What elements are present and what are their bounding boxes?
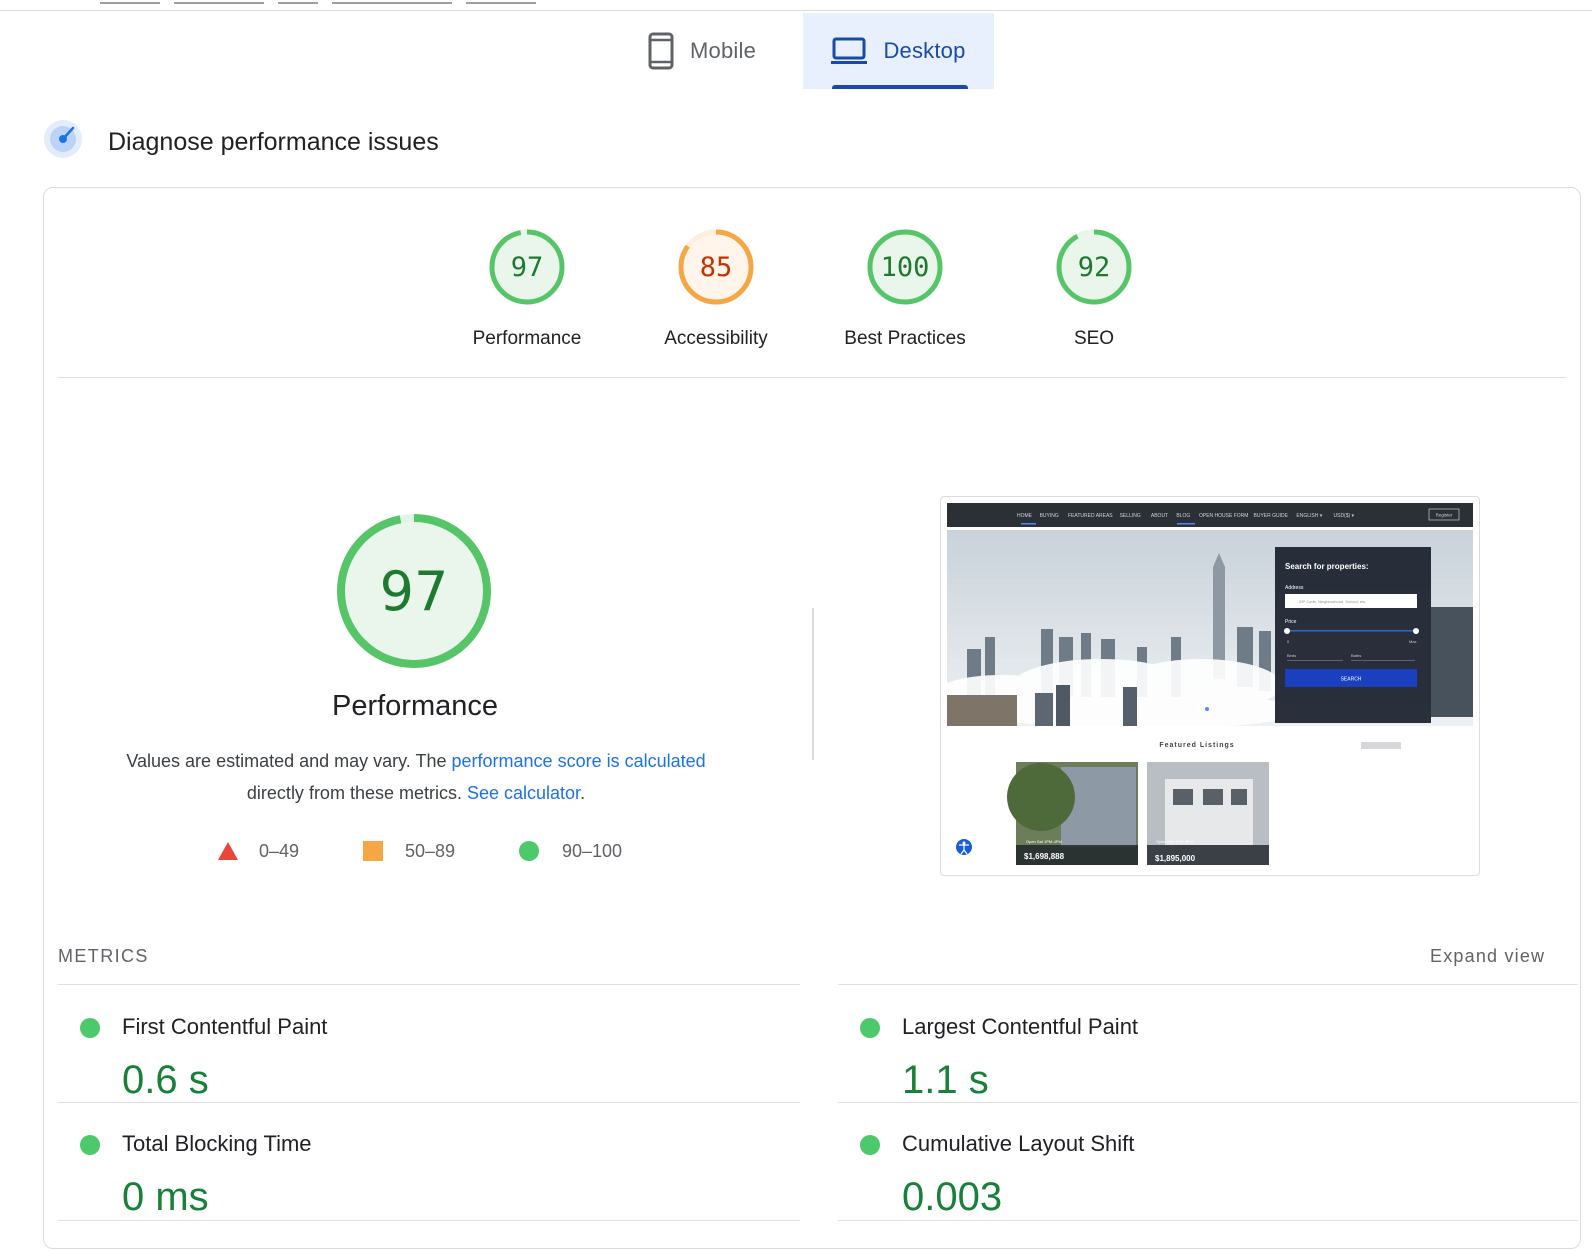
score-description: Values are estimated and may vary. The p… — [100, 745, 732, 809]
metrics-divider-left-bottom — [58, 1220, 800, 1221]
svg-text:Open Sun 1PM-4PM: Open Sun 1PM-4PM — [1156, 839, 1193, 844]
svg-text:Baths: Baths — [1351, 653, 1361, 658]
metric-value: 0 ms — [122, 1175, 209, 1219]
svg-text:SEARCH: SEARCH — [1341, 677, 1362, 683]
metric-name: First Contentful Paint — [122, 1014, 328, 1039]
svg-text:Open Sat 1PM-4PM: Open Sat 1PM-4PM — [1026, 839, 1062, 844]
expand-view-button[interactable]: Expand view — [1430, 946, 1545, 967]
description-text-2: directly from these metrics. — [246, 783, 467, 803]
screenshot-nav-item: ENGLISH ▾ — [1296, 513, 1322, 519]
metrics-divider-right-top — [838, 984, 1578, 985]
screenshot-nav-item: SELLING — [1120, 513, 1141, 519]
screenshot-nav-item: BLOG — [1176, 513, 1190, 519]
svg-text:Search for properties:: Search for properties: — [1285, 562, 1369, 571]
svg-text:Featured Listings: Featured Listings — [1159, 742, 1234, 749]
gauge-performance[interactable]: 97 Performance — [452, 227, 602, 350]
screenshot-image: HOME BUYING FEATURED AREAS SELLING ABOUT BLOG… — [941, 503, 1473, 865]
pass-circle-icon — [519, 841, 539, 861]
section-header: Diagnose performance issues — [43, 119, 439, 164]
gauge-seo-ring: 92 — [1056, 229, 1132, 305]
active-tab-indicator — [832, 85, 968, 89]
metric-value: 1.1 s — [902, 1058, 989, 1102]
top-divider — [0, 10, 1592, 11]
svg-text:ZIP Code, Neighborhood, School: ZIP Code, Neighborhood, School, etc. — [1299, 599, 1366, 604]
description-text-1: Values are estimated and may vary. The — [126, 751, 452, 771]
score-calculation-link[interactable]: performance score is calculated — [452, 751, 706, 771]
device-tabs: Mobile Desktop — [0, 13, 1592, 89]
screenshot-nav-item: BUYER GUIDE — [1254, 513, 1289, 519]
main-score-value: 97 — [380, 560, 449, 623]
gauge-accessibility-value: 85 — [700, 252, 733, 283]
legend-average: 50–89 — [363, 838, 455, 864]
metric-name: Total Blocking Time — [122, 1131, 312, 1156]
screenshot-nav-item: OPEN HOUSE FORM — [1199, 513, 1248, 519]
metric-value: 0.6 s — [122, 1058, 209, 1102]
main-performance-gauge: 97 — [337, 514, 491, 668]
pass-circle-icon — [860, 1135, 880, 1155]
gauge-performance-value: 97 — [511, 252, 544, 283]
gauge-accessibility-label: Accessibility — [664, 328, 768, 349]
svg-text:Register: Register — [1436, 513, 1453, 518]
gauge-best-practices-ring: 100 — [867, 229, 943, 305]
diagnose-icon — [43, 119, 83, 164]
gauge-accessibility[interactable]: 85 Accessibility — [641, 227, 791, 350]
screenshot-nav-item: USD($) ▾ — [1334, 513, 1355, 519]
laptop-icon — [831, 36, 868, 66]
pass-circle-icon — [860, 1018, 880, 1038]
page-screenshot: HOME BUYING FEATURED AREAS SELLING ABOUT BLOG… — [940, 496, 1480, 876]
legend-pass: 90–100 — [519, 838, 622, 864]
metrics-divider-left-top — [58, 984, 800, 985]
metrics-title: METRICS — [58, 946, 149, 966]
vertical-divider — [812, 608, 814, 760]
description-text-3: . — [580, 783, 586, 803]
gauge-seo[interactable]: 92 SEO — [1019, 227, 1169, 350]
metric-name: Cumulative Layout Shift — [902, 1131, 1135, 1156]
phone-icon — [648, 32, 674, 70]
tab-mobile-label: Mobile — [690, 38, 757, 63]
gauge-performance-label: Performance — [472, 328, 582, 349]
tab-mobile[interactable]: Mobile — [648, 13, 803, 89]
cropped-header-fragment — [100, 0, 640, 8]
average-square-icon — [363, 841, 383, 861]
gauge-best-practices-value: 100 — [881, 252, 930, 283]
legend-fail-range: 0–49 — [259, 840, 300, 861]
gauge-best-practices[interactable]: 100 Best Practices — [830, 227, 980, 350]
gauge-accessibility-ring: 85 — [678, 229, 754, 305]
screenshot-nav-item: FEATURED AREAS — [1068, 513, 1113, 519]
gauge-seo-value: 92 — [1078, 252, 1111, 283]
metric-name: Largest Contentful Paint — [902, 1014, 1139, 1039]
see-calculator-link[interactable]: See calculator — [467, 783, 580, 803]
fail-triangle-icon — [218, 842, 238, 860]
pass-circle-icon — [80, 1135, 100, 1155]
screenshot-nav-item: HOME — [1017, 513, 1033, 519]
svg-text:Max: Max — [1409, 639, 1417, 644]
svg-text:$1,895,000: $1,895,000 — [1155, 854, 1196, 863]
screenshot-nav-item: ABOUT — [1151, 513, 1168, 519]
tab-desktop-label: Desktop — [883, 38, 966, 63]
svg-text:Address: Address — [1285, 585, 1304, 591]
gauge-performance-ring: 97 — [489, 229, 565, 305]
gauge-best-practices-label: Best Practices — [844, 328, 966, 349]
gauges-divider — [58, 377, 1566, 378]
gauge-seo-label: SEO — [1073, 328, 1115, 349]
svg-text:$1,698,888: $1,698,888 — [1024, 852, 1065, 861]
legend-fail: 0–49 — [217, 838, 299, 864]
tab-desktop[interactable]: Desktop — [803, 13, 994, 89]
screenshot-nav-item: BUYING — [1040, 513, 1059, 519]
metric-value: 0.003 — [902, 1175, 1003, 1219]
pass-circle-icon — [80, 1018, 100, 1038]
metrics-divider-right-bottom — [838, 1220, 1578, 1221]
svg-text:Beds: Beds — [1287, 653, 1296, 658]
main-score-label: Performance — [331, 690, 498, 722]
legend-pass-range: 90–100 — [562, 840, 623, 861]
legend-average-range: 50–89 — [405, 840, 456, 861]
svg-text:Price: Price — [1285, 619, 1297, 625]
section-title: Diagnose performance issues — [108, 128, 439, 156]
